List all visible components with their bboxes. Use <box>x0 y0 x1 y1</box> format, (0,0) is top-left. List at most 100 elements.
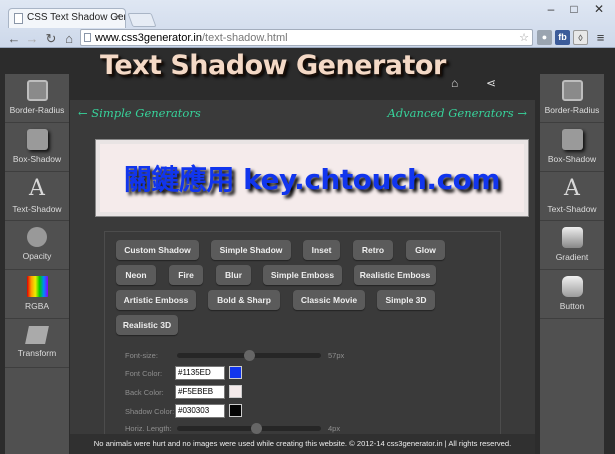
controls-panel: Custom Shadow Simple Shadow Inset Retro … <box>104 231 501 441</box>
sidebar-item-text-shadow[interactable]: A Text-Shadow <box>540 172 604 221</box>
home-page-icon[interactable]: ⌂ <box>451 76 458 90</box>
left-sidebar: Border-Radius Box-Shadow A Text-Shadow O… <box>5 74 69 454</box>
menu-icon[interactable]: ≡ <box>593 30 608 45</box>
url-path: /text-shadow.html <box>202 32 288 44</box>
address-bar[interactable]: www.css3generator.in/text-shadow.html ☆ <box>80 29 533 46</box>
back-color-label: Back Color: <box>125 388 164 397</box>
font-size-label: Font-size: <box>125 351 158 360</box>
sidebar-item-label: Opacity <box>22 251 52 261</box>
page-title: Text Shadow Generator <box>100 50 446 81</box>
simple-generators-link[interactable]: ← Simple Generators <box>78 106 201 120</box>
preset-retro-button[interactable]: Retro <box>353 240 393 260</box>
box-shadow-icon <box>561 129 583 150</box>
preset-classic-movie-button[interactable]: Classic Movie <box>293 290 365 310</box>
preset-inset-button[interactable]: Inset <box>303 240 340 260</box>
forward-icon[interactable]: → <box>24 31 40 46</box>
sidebar-item-box-shadow[interactable]: Box-Shadow <box>540 123 604 172</box>
box-shadow-icon <box>26 129 48 150</box>
sidebar-item-label: Border-Radius <box>9 105 65 115</box>
preset-simple-shadow-button[interactable]: Simple Shadow <box>211 240 291 260</box>
share-icon[interactable]: ⋖ <box>486 76 496 90</box>
border-radius-icon <box>561 80 583 101</box>
reload-icon[interactable]: ↻ <box>43 31 59 47</box>
extension-icon[interactable]: ● <box>537 30 552 45</box>
preset-blur-button[interactable]: Blur <box>216 265 251 285</box>
sidebar-item-label: RGBA <box>24 301 50 311</box>
bookmark-star-icon[interactable]: ☆ <box>519 31 529 44</box>
sidebar-item-transform[interactable]: Transform <box>5 319 69 368</box>
font-size-slider[interactable] <box>177 350 321 361</box>
font-color-label: Font Color: <box>125 369 163 378</box>
font-color-input[interactable]: #1135ED <box>175 366 225 380</box>
text-shadow-icon: A <box>564 176 580 201</box>
tab-title: CSS Text Shadow Gener <box>27 12 125 23</box>
footer: No animals were hurt and no images were … <box>70 434 535 454</box>
shadow-color-swatch[interactable] <box>229 404 242 417</box>
sidebar-item-label: Text-Shadow <box>12 204 62 214</box>
opacity-icon <box>27 227 47 247</box>
font-size-slider-knob[interactable] <box>244 350 255 361</box>
preset-neon-button[interactable]: Neon <box>116 265 156 285</box>
sidebar-item-label: Box-Shadow <box>547 154 597 164</box>
preset-simple-emboss-button[interactable]: Simple Emboss <box>263 265 342 285</box>
shadow-color-label: Shadow Color: <box>125 407 175 416</box>
page-favicon-icon <box>14 13 23 24</box>
maximize-icon[interactable]: □ <box>565 2 583 16</box>
preview-text: 關鍵應用 key.chtouch.com <box>123 163 501 196</box>
sidebar-item-rgba[interactable]: RGBA <box>5 270 69 319</box>
url-domain: www.css3generator.in <box>95 32 202 44</box>
shadow-color-input[interactable]: #030303 <box>175 404 225 418</box>
generator-panel: ← Simple Generators Advanced Generators … <box>70 100 535 450</box>
sidebar-item-label: Gradient <box>555 252 589 262</box>
button-icon <box>561 276 583 297</box>
horiz-length-slider-knob[interactable] <box>251 423 263 434</box>
horiz-length-label: Horiz. Length: <box>125 424 172 433</box>
right-sidebar: Border-Radius Box-Shadow A Text-Shadow G… <box>540 74 604 454</box>
page-icon <box>84 33 91 42</box>
sidebar-item-label: Transform <box>17 348 57 358</box>
sidebar-item-opacity[interactable]: Opacity <box>5 221 69 270</box>
font-size-value: 57px <box>328 351 345 360</box>
sidebar-item-border-radius[interactable]: Border-Radius <box>5 74 69 123</box>
sidebar-item-gradient[interactable]: Gradient <box>540 221 604 270</box>
advanced-generators-link[interactable]: Advanced Generators → <box>388 106 527 120</box>
font-color-swatch[interactable] <box>229 366 242 379</box>
preset-glow-button[interactable]: Glow <box>406 240 445 260</box>
horiz-length-value: 4px <box>328 424 341 433</box>
preset-realistic-3d-button[interactable]: Realistic 3D <box>116 315 178 335</box>
sidebar-item-label: Box-Shadow <box>12 154 62 164</box>
sidebar-item-label: Border-Radius <box>544 105 600 115</box>
new-tab-button[interactable] <box>127 13 157 27</box>
preset-fire-button[interactable]: Fire <box>169 265 203 285</box>
back-color-input[interactable]: #F5EBEB <box>175 385 225 399</box>
facebook-extension-icon[interactable]: fb <box>555 30 570 45</box>
sidebar-item-label: Button <box>559 301 585 311</box>
rgba-icon <box>26 276 48 297</box>
text-shadow-icon: A <box>29 176 45 201</box>
browser-tab[interactable]: CSS Text Shadow Gener × <box>8 8 126 28</box>
shield-extension-icon[interactable]: ◊ <box>573 30 588 45</box>
preset-custom-shadow-button[interactable]: Custom Shadow <box>116 240 199 260</box>
preset-bold-sharp-button[interactable]: Bold & Sharp <box>208 290 280 310</box>
main-area: Text Shadow Generator ⌂ ⋖ ← Simple Gener… <box>70 48 535 450</box>
page: Border-Radius Box-Shadow A Text-Shadow O… <box>0 48 615 454</box>
sidebar-item-label: Text-Shadow <box>547 204 597 214</box>
gradient-icon <box>561 227 583 248</box>
sidebar-item-text-shadow[interactable]: A Text-Shadow <box>5 172 69 221</box>
preset-simple-3d-button[interactable]: Simple 3D <box>377 290 435 310</box>
back-icon[interactable]: ← <box>6 31 22 46</box>
browser-chrome: CSS Text Shadow Gener × – □ ✕ ← → ↻ ⌂ ww… <box>0 0 615 48</box>
window-close-icon[interactable]: ✕ <box>590 2 608 16</box>
back-color-swatch[interactable] <box>229 385 242 398</box>
preset-realistic-emboss-button[interactable]: Realistic Emboss <box>354 265 436 285</box>
sidebar-item-border-radius[interactable]: Border-Radius <box>540 74 604 123</box>
sidebar-item-box-shadow[interactable]: Box-Shadow <box>5 123 69 172</box>
preset-artistic-emboss-button[interactable]: Artistic Emboss <box>116 290 196 310</box>
preview-box: 關鍵應用 key.chtouch.com <box>95 139 529 217</box>
home-icon[interactable]: ⌂ <box>61 31 77 46</box>
horiz-length-slider[interactable] <box>177 423 321 434</box>
border-radius-icon <box>26 80 48 101</box>
minimize-icon[interactable]: – <box>542 2 560 16</box>
tab-close-icon[interactable]: × <box>115 11 121 23</box>
sidebar-item-button[interactable]: Button <box>540 270 604 319</box>
